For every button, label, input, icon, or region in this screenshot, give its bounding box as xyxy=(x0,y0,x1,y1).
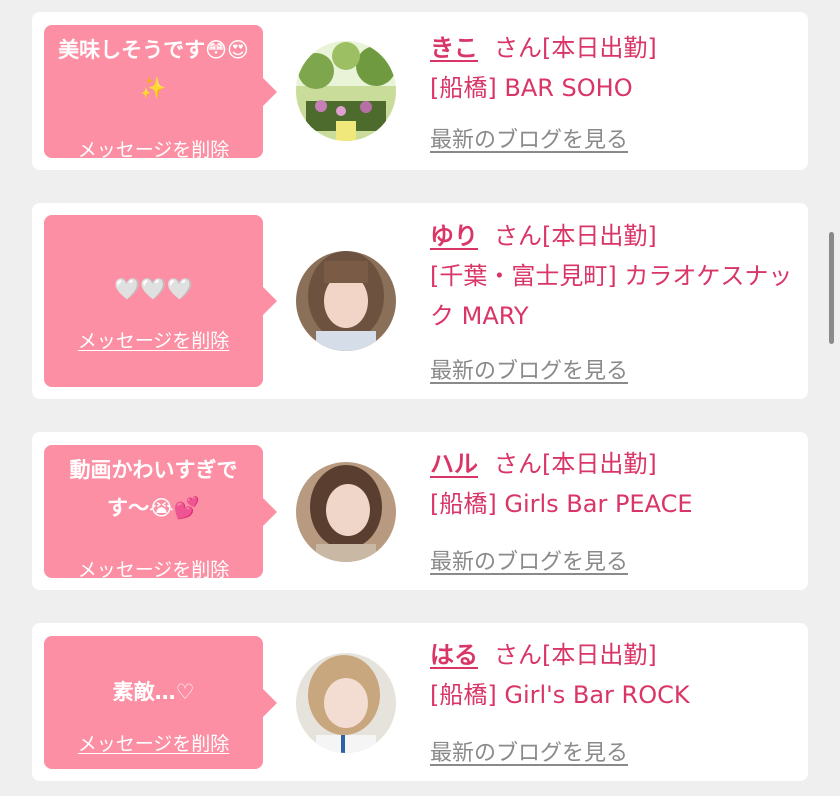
latest-blog-link[interactable]: 最新のブログを見る xyxy=(430,544,628,576)
avatar[interactable] xyxy=(296,462,396,562)
name-line: きこ さん[本日出勤] xyxy=(430,28,800,68)
name-line: ゆり さん[本日出勤] xyxy=(430,216,800,256)
cast-name-link[interactable]: ハル xyxy=(430,450,478,478)
cast-name-link[interactable]: はる xyxy=(430,641,478,669)
avatar[interactable] xyxy=(296,653,396,753)
delete-message-link[interactable]: メッセージを削除 xyxy=(44,135,263,162)
scrollbar[interactable] xyxy=(829,232,834,344)
cast-info: きこ さん[本日出勤] [船橋] BAR SOHO xyxy=(430,28,800,108)
cast-info: ハル さん[本日出勤] [船橋] Girls Bar PEACE xyxy=(430,444,800,524)
message-text: 美味しそうです😳😍✨ xyxy=(58,38,249,100)
message-card: 美味しそうです😳😍✨ メッセージを削除 きこ さん[本日出勤] [船橋] BAR … xyxy=(32,12,808,170)
shop-name: [船橋] Girl's Bar ROCK xyxy=(430,681,690,709)
message-bubble: 🤍🤍🤍 メッセージを削除 xyxy=(44,215,277,387)
delete-message-link[interactable]: メッセージを削除 xyxy=(44,326,263,353)
cast-status: さん[本日出勤] xyxy=(494,34,657,62)
message-text: 素敵…♡ xyxy=(112,680,195,704)
name-line: はる さん[本日出勤] xyxy=(430,635,800,675)
avatar[interactable] xyxy=(296,251,396,351)
latest-blog-link[interactable]: 最新のブログを見る xyxy=(430,122,628,154)
delete-message-link[interactable]: メッセージを削除 xyxy=(44,555,263,582)
cast-info: ゆり さん[本日出勤] [千葉・富士見町] カラオケスナック MARY xyxy=(430,216,800,336)
message-bubble: 美味しそうです😳😍✨ メッセージを削除 xyxy=(44,25,277,161)
latest-blog-link[interactable]: 最新のブログを見る xyxy=(430,735,628,767)
cast-info: はる さん[本日出勤] [船橋] Girl's Bar ROCK xyxy=(430,635,800,715)
message-card: 素敵…♡ メッセージを削除 はる さん[本日出勤] [船橋] Girl's Bar… xyxy=(32,623,808,781)
cast-status: さん[本日出勤] xyxy=(494,450,657,478)
shop-name: [船橋] BAR SOHO xyxy=(430,74,633,102)
avatar[interactable] xyxy=(296,41,396,141)
cast-name-link[interactable]: ゆり xyxy=(430,222,478,250)
delete-message-link[interactable]: メッセージを削除 xyxy=(44,729,263,756)
cast-status: さん[本日出勤] xyxy=(494,641,657,669)
latest-blog-link[interactable]: 最新のブログを見る xyxy=(430,353,628,385)
cast-name-link[interactable]: きこ xyxy=(430,34,478,62)
message-text: 動画かわいすぎです〜😭💕 xyxy=(69,458,238,520)
message-text: 🤍🤍🤍 xyxy=(114,277,193,301)
shop-name: [千葉・富士見町] カラオケスナック MARY xyxy=(430,262,793,330)
message-bubble: 動画かわいすぎです〜😭💕 メッセージを削除 xyxy=(44,445,277,581)
message-card: 🤍🤍🤍 メッセージを削除 ゆり さん[本日出勤] [千葉・富士見町] カラオケスナ… xyxy=(32,203,808,399)
cast-status: さん[本日出勤] xyxy=(494,222,657,250)
message-bubble: 素敵…♡ メッセージを削除 xyxy=(44,636,277,769)
shop-name: [船橋] Girls Bar PEACE xyxy=(430,490,693,518)
message-card: 動画かわいすぎです〜😭💕 メッセージを削除 ハル さん[本日出勤] [船橋] Gi… xyxy=(32,432,808,590)
name-line: ハル さん[本日出勤] xyxy=(430,444,800,484)
